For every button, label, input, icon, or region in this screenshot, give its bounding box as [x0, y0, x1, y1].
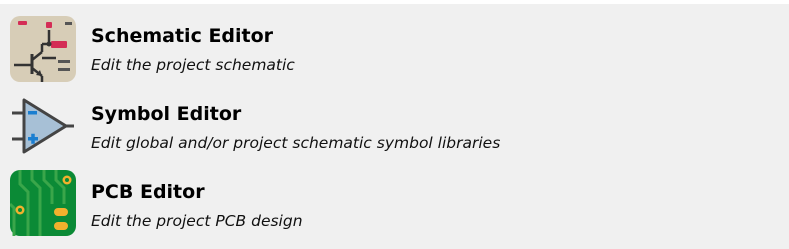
launcher-item-description: Edit the project schematic: [91, 56, 295, 74]
symbol-editor-icon[interactable]: [10, 93, 76, 159]
launcher-item-symbol-editor[interactable]: Symbol Editor Edit global and/or project…: [0, 82, 789, 160]
launcher-item-title: Symbol Editor: [91, 103, 242, 125]
launcher-panel: Schematic Editor Edit the project schema…: [0, 4, 789, 249]
pcb-editor-icon[interactable]: [8, 170, 76, 236]
launcher-item-title: PCB Editor: [91, 181, 205, 203]
launcher-item-description: Edit the project PCB design: [91, 212, 303, 230]
launcher-item-description: Edit global and/or project schematic sym…: [91, 134, 501, 152]
launcher-item-pcb-editor[interactable]: PCB Editor Edit the project PCB design: [0, 160, 789, 238]
launcher-item-title: Schematic Editor: [91, 25, 274, 47]
schematic-editor-icon[interactable]: [10, 16, 76, 82]
launcher-item-schematic-editor[interactable]: Schematic Editor Edit the project schema…: [0, 4, 789, 82]
